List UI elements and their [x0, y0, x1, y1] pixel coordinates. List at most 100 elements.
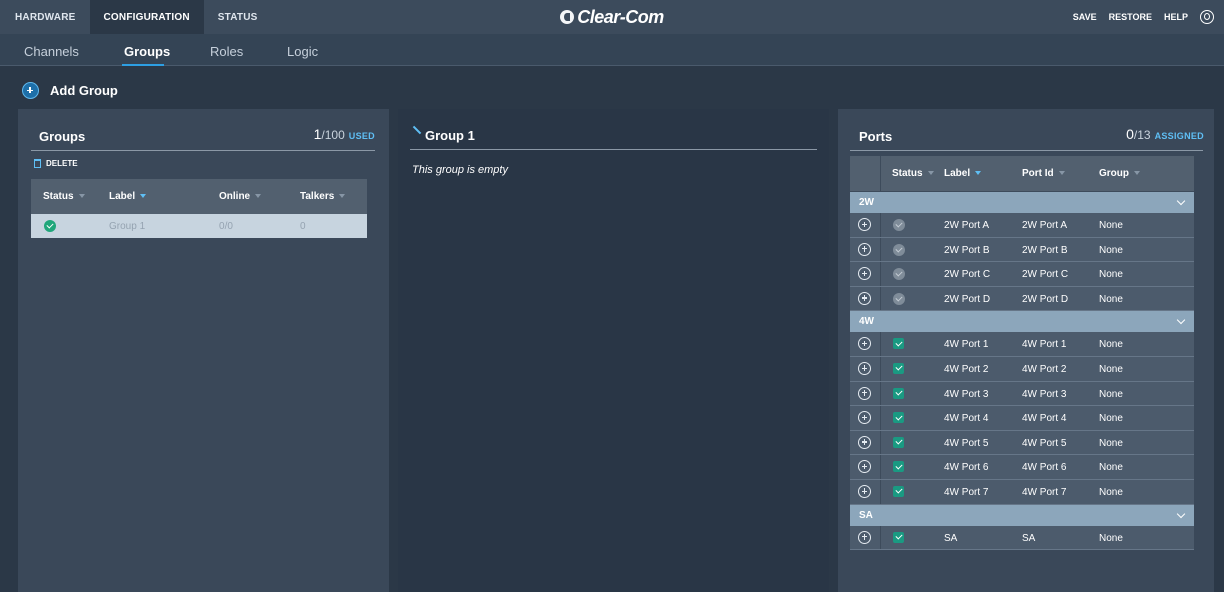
groups-table-header: Status Label Online Talkers	[31, 179, 367, 214]
groups-used-count: 1/100 USED	[314, 126, 375, 142]
add-port-icon[interactable]	[858, 218, 871, 231]
port-group-label: 2W	[859, 197, 874, 208]
sort-arrow-icon	[1058, 171, 1065, 175]
logo-text: Clear-Com	[577, 6, 664, 27]
add-port-icon[interactable]	[858, 291, 871, 305]
tab-channels[interactable]: Channels	[24, 34, 79, 59]
col-port-status-label: Status	[892, 168, 923, 179]
port-group-header-2w[interactable]: 2W	[850, 192, 1194, 213]
add-port-icon[interactable]	[858, 460, 871, 474]
status-inactive-icon	[893, 243, 905, 256]
tab-roles[interactable]: Roles	[210, 34, 243, 59]
table-row[interactable]: SA SA None	[850, 525, 1194, 551]
add-port-icon[interactable]	[858, 267, 871, 281]
port-label-cell: 4W Port 7	[944, 486, 989, 498]
chevron-down-icon[interactable]	[1176, 316, 1186, 325]
add-port-icon[interactable]	[858, 435, 871, 449]
col-talkers-label: Talkers	[300, 191, 335, 202]
port-label-cell: 2W Port D	[944, 293, 991, 305]
table-row[interactable]: 4W Port 1 4W Port 1 None	[850, 332, 1194, 357]
ports-assigned-unit: ASSIGNED	[1154, 131, 1204, 141]
port-group-cell: None	[1099, 413, 1123, 425]
table-row[interactable]: 4W Port 4 4W Port 4 None	[850, 406, 1194, 431]
tab-configuration[interactable]: CONFIGURATION	[89, 0, 204, 34]
port-label-cell: SA	[944, 532, 958, 544]
tab-logic[interactable]: Logic	[287, 34, 318, 59]
port-label-cell: 4W Port 4	[944, 413, 989, 425]
add-port-icon[interactable]	[858, 530, 871, 544]
col-port-label[interactable]: Label	[944, 168, 982, 179]
col-port-status[interactable]: Status	[892, 168, 934, 179]
ports-panel: Ports 0/13 ASSIGNED Status Label Port Id …	[838, 109, 1214, 592]
groups-panel: Groups 1/100 USED DELETE Status Label Onl…	[18, 109, 389, 592]
status-active-icon	[893, 362, 904, 374]
port-group-cell: None	[1099, 293, 1123, 305]
delete-button[interactable]: DELETE	[34, 159, 78, 168]
col-port-group[interactable]: Group	[1099, 168, 1140, 179]
add-group-button[interactable]: Add Group	[22, 82, 118, 99]
pencil-icon[interactable]	[412, 125, 422, 135]
table-row[interactable]: 4W Port 6 4W Port 6 None	[850, 455, 1194, 480]
port-group-header-sa[interactable]: SA	[850, 504, 1194, 526]
port-group-header-4w[interactable]: 4W	[850, 311, 1194, 333]
port-label-cell: 4W Port 1	[944, 339, 989, 351]
port-group-cell: None	[1099, 462, 1123, 474]
add-port-icon[interactable]	[858, 361, 871, 375]
port-port-id-cell: SA	[1022, 532, 1036, 544]
table-row[interactable]: 4W Port 3 4W Port 3 None	[850, 381, 1194, 407]
port-port-id-cell: 4W Port 4	[1022, 413, 1067, 425]
port-label-cell: 2W Port C	[944, 269, 991, 281]
restore-button[interactable]: RESTORE	[1109, 12, 1152, 22]
group-detail-panel: Group 1 This group is empty	[398, 109, 829, 592]
active-tab-indicator	[122, 64, 164, 66]
tab-hardware[interactable]: HARDWARE	[0, 0, 90, 34]
col-status[interactable]: Status	[43, 191, 85, 202]
tab-status[interactable]: STATUS	[204, 0, 272, 34]
chevron-down-icon[interactable]	[1176, 509, 1186, 518]
col-talkers[interactable]: Talkers	[300, 191, 346, 202]
help-button[interactable]: HELP	[1164, 12, 1188, 22]
table-row[interactable]: 4W Port 5 4W Port 5 None	[850, 430, 1194, 456]
table-row[interactable]: 4W Port 7 4W Port 7 None	[850, 479, 1194, 505]
col-label[interactable]: Label	[109, 191, 147, 202]
groups-table: Status Label Online Talkers Group 1 0/0 …	[31, 179, 367, 238]
status-active-icon	[893, 485, 904, 497]
tab-groups[interactable]: Groups	[124, 34, 170, 59]
config-subnav: Channels Groups Roles Logic	[0, 34, 1224, 66]
sort-arrow-icon	[255, 194, 262, 198]
user-account-icon[interactable]	[1200, 10, 1214, 24]
port-port-id-cell: 2W Port C	[1022, 269, 1069, 281]
col-port-id-label: Port Id	[1022, 168, 1054, 179]
table-row[interactable]: Group 1 0/0 0	[31, 214, 367, 238]
add-port-icon[interactable]	[858, 337, 871, 351]
sort-arrow-icon	[339, 194, 346, 198]
add-port-icon[interactable]	[858, 386, 871, 400]
port-group-cell: None	[1099, 269, 1123, 281]
groups-total-value: /100	[321, 128, 345, 142]
table-row[interactable]: 4W Port 2 4W Port 2 None	[850, 356, 1194, 382]
col-port-label-label: Label	[944, 168, 971, 179]
column-divider	[880, 356, 881, 381]
col-online[interactable]: Online	[219, 191, 262, 202]
table-row[interactable]: 2W Port B 2W Port B None	[850, 237, 1194, 263]
table-row[interactable]: 2W Port A 2W Port A None	[850, 213, 1194, 238]
ports-panel-title: Ports	[859, 129, 893, 144]
table-row[interactable]: 2W Port D 2W Port D None	[850, 286, 1194, 312]
add-port-icon[interactable]	[858, 484, 871, 498]
status-active-icon	[893, 387, 904, 399]
port-port-id-cell: 4W Port 6	[1022, 462, 1067, 474]
add-port-icon[interactable]	[858, 242, 871, 256]
top-nav: HARDWARE CONFIGURATION STATUS	[0, 0, 272, 34]
status-inactive-icon	[893, 268, 905, 281]
chevron-down-icon[interactable]	[1176, 196, 1186, 206]
add-port-icon[interactable]	[858, 411, 871, 425]
col-port-id[interactable]: Port Id	[1022, 168, 1065, 179]
save-button[interactable]: SAVE	[1073, 12, 1097, 22]
port-label-cell: 4W Port 6	[944, 462, 989, 474]
ports-table: Status Label Port Id Group 2W 2W Port A 2W…	[850, 156, 1194, 551]
sort-arrow-icon	[975, 171, 982, 175]
table-row[interactable]: 2W Port C 2W Port C None	[850, 262, 1194, 287]
add-circle-icon	[22, 82, 39, 99]
column-divider	[880, 332, 881, 356]
column-divider	[880, 262, 881, 286]
